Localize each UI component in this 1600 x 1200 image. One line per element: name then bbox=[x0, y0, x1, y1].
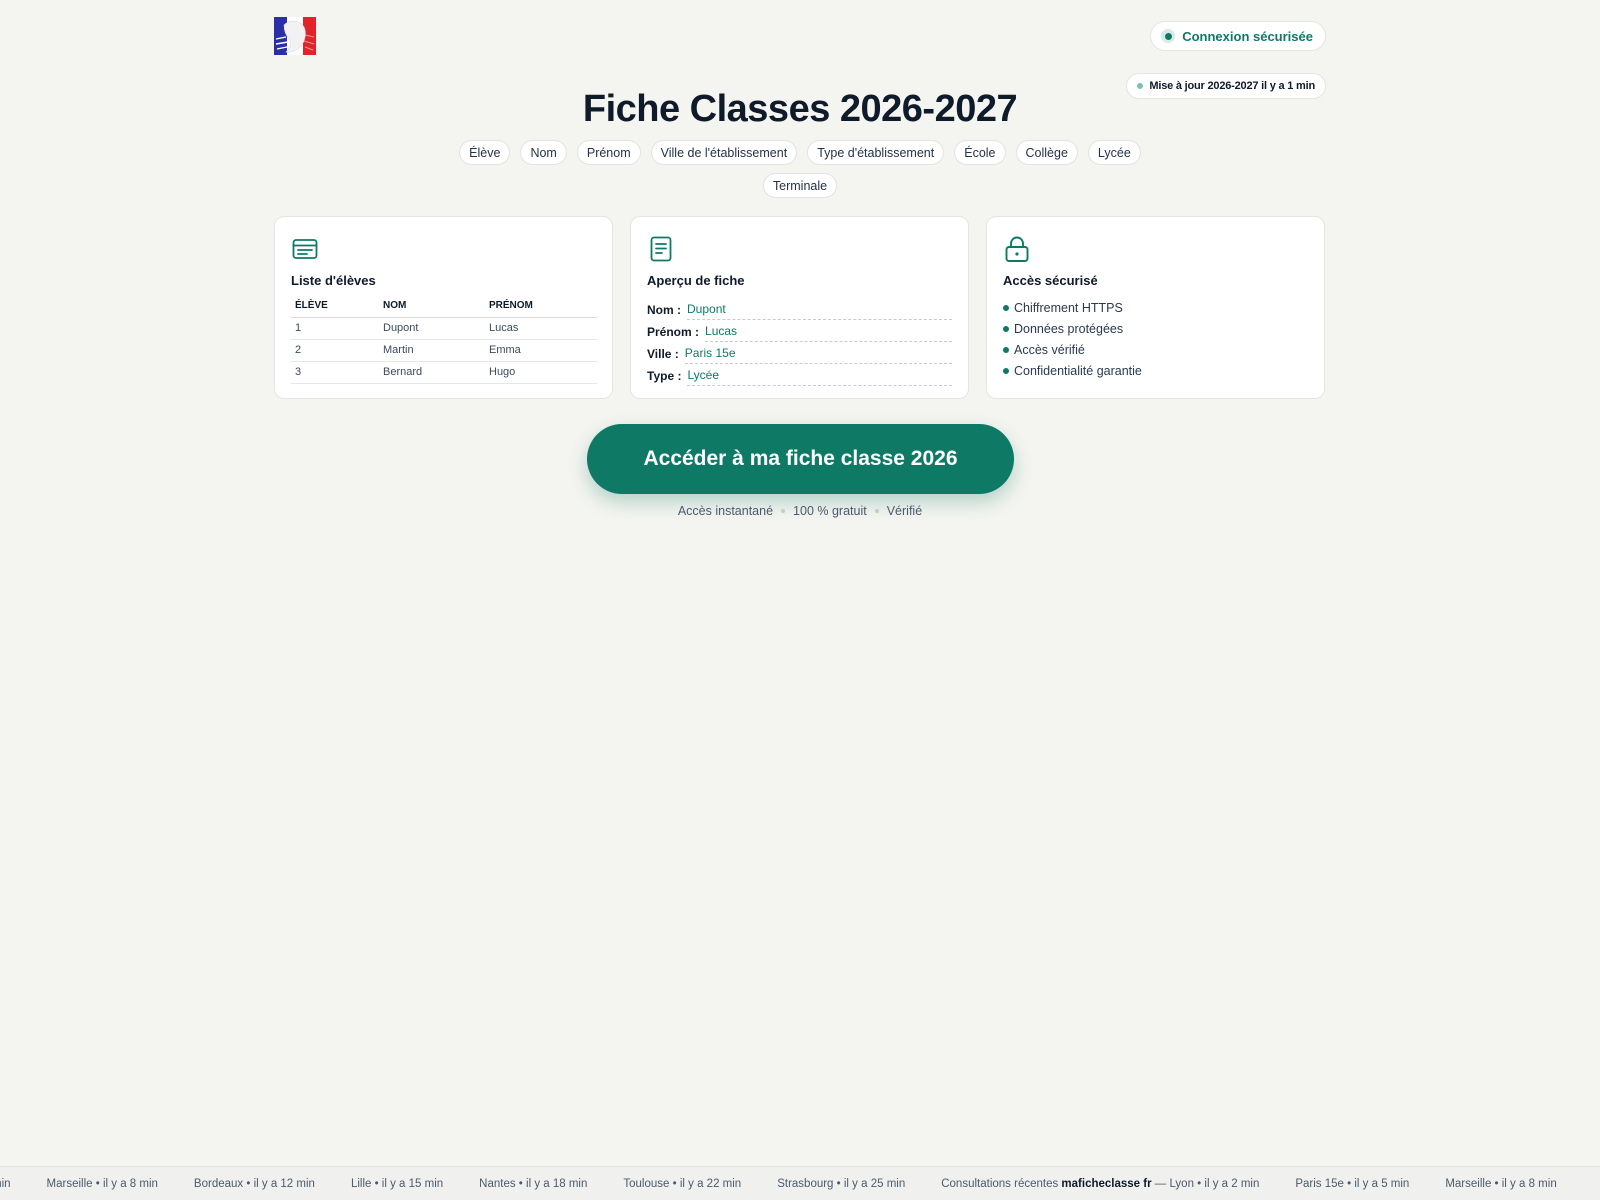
field-value: Paris 15e bbox=[684, 346, 952, 364]
cell-nom: Martin bbox=[379, 339, 485, 362]
feature-label: Confidentialité garantie bbox=[1014, 363, 1142, 378]
preview-row-nom: Nom : Dupont bbox=[647, 298, 952, 320]
ticker-item: Bordeaux • il y a 12 min bbox=[193, 1178, 315, 1190]
ticker-item: Nantes • il y a 18 min bbox=[479, 1178, 588, 1190]
secure-connection-label: Connexion sécurisée bbox=[1182, 28, 1313, 44]
field-value: Lycée bbox=[687, 368, 952, 386]
feature-cards: Liste d'élèves ÉLÈVE NOM PRÉNOM 1 Dupont… bbox=[274, 216, 1326, 399]
filter-chips: Élève Nom Prénom Ville de l'établissemen… bbox=[424, 140, 1176, 198]
cell-prenom: Lucas bbox=[485, 317, 597, 340]
field-label: Prénom : bbox=[647, 325, 700, 339]
cell-nom: Bernard bbox=[379, 361, 485, 384]
feature-label: Chiffrement HTTPS bbox=[1014, 300, 1123, 315]
meta-free: 100 % gratuit bbox=[793, 504, 867, 518]
table-row[interactable]: 3 Bernard Hugo bbox=[291, 361, 597, 384]
status-dot-icon bbox=[1161, 29, 1176, 43]
lock-icon bbox=[1005, 236, 1029, 262]
ticker-item: min bbox=[0, 1178, 11, 1190]
secure-connection-badge: Connexion sécurisée bbox=[1150, 21, 1326, 51]
field-label: Nom : bbox=[647, 303, 681, 317]
cell-prenom: Emma bbox=[485, 339, 597, 362]
meta-instant: Accès instantané bbox=[677, 504, 774, 518]
list-item: Chiffrement HTTPS bbox=[1003, 297, 1308, 318]
col-nom: NOM bbox=[379, 299, 485, 318]
feature-label: Données protégées bbox=[1014, 321, 1124, 336]
students-card: Liste d'élèves ÉLÈVE NOM PRÉNOM 1 Dupont… bbox=[274, 216, 613, 399]
field-value: Dupont bbox=[687, 302, 952, 320]
preview-row-prenom: Prénom : Lucas bbox=[647, 320, 952, 342]
access-fiche-button[interactable]: Accéder à ma fiche classe 2026 bbox=[587, 424, 1014, 494]
cell-prenom: Hugo bbox=[485, 361, 597, 384]
ticker-item: Paris 15e • il y a 5 min bbox=[1295, 1178, 1410, 1190]
cell-nom: Dupont bbox=[379, 317, 485, 340]
ticker-lead-suffix: — Lyon • il y a 2 min bbox=[1154, 1178, 1260, 1190]
ticker-brand: maficheclasse fr bbox=[1061, 1178, 1152, 1190]
col-prenom: PRÉNOM bbox=[485, 299, 597, 318]
security-card-title: Accès sécurisé bbox=[1003, 273, 1098, 288]
col-eleve: ÉLÈVE bbox=[291, 299, 379, 318]
bullet-icon bbox=[1003, 304, 1009, 311]
preview-fields: Nom : Dupont Prénom : Lucas Ville : Pari… bbox=[647, 298, 952, 386]
bullet-icon bbox=[1003, 367, 1009, 374]
ticker-lead-prefix: Consultations récentes bbox=[941, 1178, 1059, 1190]
field-label: Type : bbox=[647, 369, 682, 383]
students-card-title: Liste d'élèves bbox=[291, 273, 376, 288]
list-item: Accès vérifié bbox=[1003, 339, 1308, 360]
chip-ecole[interactable]: École bbox=[954, 140, 1006, 165]
chip-lycee[interactable]: Lycée bbox=[1087, 140, 1141, 165]
cell-eleve: 2 bbox=[291, 339, 379, 362]
chip-college[interactable]: Collège bbox=[1015, 140, 1078, 165]
bullet-icon bbox=[1003, 346, 1009, 353]
cta-meta: Accès instantané 100 % gratuit Vérifié bbox=[274, 504, 1326, 518]
chip-nom[interactable]: Nom bbox=[520, 140, 567, 165]
separator-dot-icon bbox=[781, 509, 786, 513]
ticker-item: Toulouse • il y a 22 min bbox=[623, 1178, 742, 1190]
preview-card-title: Aperçu de fiche bbox=[647, 273, 745, 288]
field-value: Lucas bbox=[705, 324, 952, 342]
security-card: Accès sécurisé Chiffrement HTTPS Données… bbox=[986, 216, 1325, 399]
ticker-item: Marseille • il y a 8 min bbox=[46, 1178, 158, 1190]
separator-dot-icon bbox=[874, 509, 879, 513]
ticker-item: Strasbourg • il y a 25 min bbox=[777, 1178, 906, 1190]
ticker-item: Lille • il y a 15 min bbox=[350, 1178, 444, 1190]
chip-type[interactable]: Type d'établissement bbox=[807, 140, 945, 165]
chip-ville[interactable]: Ville de l'établissement bbox=[650, 140, 798, 165]
chip-terminale[interactable]: Terminale bbox=[762, 173, 838, 198]
preview-row-type: Type : Lycée bbox=[647, 364, 952, 386]
republique-logo[interactable] bbox=[274, 15, 316, 57]
preview-card: Aperçu de fiche Nom : Dupont Prénom : Lu… bbox=[630, 216, 969, 399]
meta-verified: Vérifié bbox=[886, 504, 923, 518]
list-item: Données protégées bbox=[1003, 318, 1308, 339]
document-icon bbox=[650, 236, 672, 262]
chip-eleve[interactable]: Élève bbox=[459, 140, 511, 165]
table-row[interactable]: 1 Dupont Lucas bbox=[291, 317, 597, 340]
students-table: ÉLÈVE NOM PRÉNOM 1 Dupont Lucas 2 Martin… bbox=[291, 299, 597, 384]
field-label: Ville : bbox=[647, 347, 679, 361]
page-container: Connexion sécurisée Mise à jour 2026-202… bbox=[274, 0, 1326, 1160]
feature-label: Accès vérifié bbox=[1014, 342, 1085, 357]
ticker-track: min Marseille • il y a 8 min Bordeaux • … bbox=[0, 1167, 1593, 1200]
recent-consultations-ticker: min Marseille • il y a 8 min Bordeaux • … bbox=[0, 1166, 1600, 1200]
preview-row-ville: Ville : Paris 15e bbox=[647, 342, 952, 364]
list-item: Confidentialité garantie bbox=[1003, 360, 1308, 381]
ticker-item: Marseille • il y a 8 min bbox=[1445, 1178, 1557, 1190]
cell-eleve: 1 bbox=[291, 317, 379, 340]
security-features: Chiffrement HTTPS Données protégées Accè… bbox=[1003, 297, 1308, 381]
list-card-icon bbox=[292, 239, 318, 259]
ticker-lead: Consultations récentes maficheclasse fr … bbox=[941, 1178, 1259, 1190]
chip-prenom[interactable]: Prénom bbox=[576, 140, 641, 165]
cell-eleve: 3 bbox=[291, 361, 379, 384]
table-row[interactable]: 2 Martin Emma bbox=[291, 339, 597, 362]
page-title: Fiche Classes 2026-2027 bbox=[582, 88, 1018, 130]
bullet-icon bbox=[1003, 325, 1009, 332]
